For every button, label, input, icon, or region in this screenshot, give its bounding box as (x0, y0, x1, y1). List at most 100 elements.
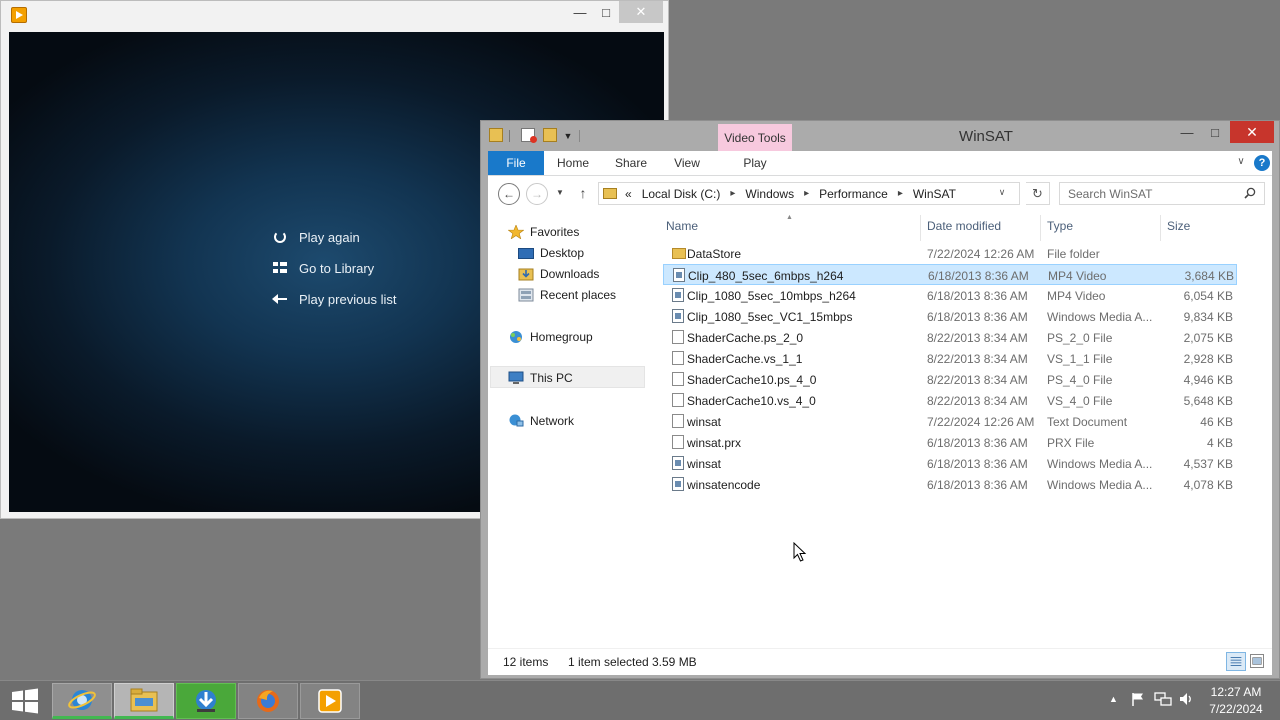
breadcrumb-overflow[interactable]: « (625, 187, 632, 201)
play-previous-list-item[interactable]: Play previous list (272, 291, 397, 307)
table-row[interactable]: Clip_480_5sec_6mbps_h264 6/18/2013 8:36 A… (663, 264, 1237, 285)
column-divider[interactable] (920, 215, 921, 241)
media-file-icon (672, 456, 684, 470)
customize-toolbar-icon[interactable]: ▼ (563, 131, 573, 141)
help-icon[interactable]: ? (1254, 155, 1270, 171)
explorer-titlebar[interactable]: ▼ Video Tools WinSAT — □ ✕ (481, 121, 1279, 152)
recent-locations-chevron-icon[interactable]: ▼ (554, 188, 566, 200)
sidebar-item-this-pc[interactable]: This PC (508, 367, 573, 388)
file-date-modified: 8/22/2013 8:34 AM (927, 352, 1028, 366)
maximize-button[interactable]: □ (1201, 121, 1229, 143)
table-row[interactable]: ShaderCache10.ps_4_0 8/22/2013 8:34 AM PS_… (663, 369, 1237, 390)
media-player-app-icon[interactable] (11, 7, 27, 23)
tab-play[interactable]: Play (718, 151, 792, 175)
table-row[interactable]: winsat 6/18/2013 8:36 AM Windows Media A..… (663, 453, 1237, 474)
ribbon-tab-bar: File Home Share View Play ∨ ? (488, 151, 1272, 176)
sidebar-item-favorites[interactable]: Favorites (508, 221, 579, 242)
media-player-titlebar[interactable]: — □ ✕ (1, 1, 668, 31)
tab-file[interactable]: File (488, 151, 544, 175)
taskbar-firefox[interactable] (238, 683, 298, 719)
windows-start-icon[interactable] (10, 687, 40, 715)
media-player-icon (318, 689, 342, 713)
properties-icon[interactable] (521, 128, 537, 143)
folder-icon[interactable] (489, 128, 503, 142)
column-divider[interactable] (1160, 215, 1161, 241)
file-size: 4,946 KB (1183, 373, 1233, 387)
column-divider[interactable] (1040, 215, 1041, 241)
close-button[interactable]: ✕ (619, 1, 663, 23)
search-icon[interactable] (1244, 187, 1256, 199)
breadcrumb-windows[interactable]: Windows (745, 187, 794, 201)
taskbar-media-player[interactable] (300, 683, 360, 719)
tab-view[interactable]: View (662, 151, 712, 175)
toolbar-divider (509, 130, 510, 142)
file-type: PRX File (1047, 436, 1095, 450)
table-row[interactable]: winsat.prx 6/18/2013 8:36 AM PRX File 4 KB (663, 432, 1237, 453)
tab-home[interactable]: Home (548, 151, 598, 175)
sidebar-item-desktop[interactable]: Desktop (518, 242, 584, 263)
expand-ribbon-chevron-icon[interactable]: ∨ (1234, 155, 1248, 169)
taskbar-file-explorer[interactable] (114, 683, 174, 719)
library-icon (272, 260, 290, 276)
volume-icon[interactable] (1178, 691, 1194, 707)
play-again-item[interactable]: Play again (272, 229, 360, 245)
table-row[interactable]: winsat 7/22/2024 12:26 AM Text Document 46 … (663, 411, 1237, 432)
column-header-name[interactable]: Name (666, 219, 698, 239)
breadcrumb-local-disk[interactable]: Local Disk (C:) (642, 187, 721, 201)
table-row[interactable]: DataStore 7/22/2024 12:26 AM File folder (663, 243, 1237, 264)
table-row[interactable]: Clip_1080_5sec_10mbps_h264 6/18/2013 8:36… (663, 285, 1237, 306)
address-bar[interactable]: « Local Disk (C:) ▸ Windows ▸ Performanc… (598, 182, 1020, 205)
new-folder-icon[interactable] (543, 128, 557, 142)
sidebar-item-recent-places[interactable]: Recent places (518, 284, 616, 305)
clock-time[interactable]: 12:27 AM (1206, 685, 1266, 699)
computer-icon (508, 371, 524, 384)
play-previous-list-label: Play previous list (299, 291, 397, 307)
show-hidden-icons-icon[interactable]: ▲ (1109, 694, 1118, 704)
network-status-icon[interactable] (1154, 691, 1172, 707)
breadcrumb-separator-icon[interactable]: ▸ (730, 188, 735, 199)
back-button[interactable]: ← (498, 183, 520, 205)
table-row[interactable]: ShaderCache.vs_1_1 8/22/2013 8:34 AM VS_1_… (663, 348, 1237, 369)
sidebar-item-label: Downloads (540, 266, 600, 281)
file-name: ShaderCache.vs_1_1 (687, 352, 803, 366)
minimize-button[interactable]: — (1173, 121, 1201, 143)
go-to-library-item[interactable]: Go to Library (272, 260, 374, 276)
firefox-icon (257, 690, 279, 712)
table-row[interactable]: winsatencode 6/18/2013 8:36 AM Windows Med… (663, 474, 1237, 495)
sidebar-item-network[interactable]: Network (508, 410, 574, 431)
sidebar-item-homegroup[interactable]: Homegroup (508, 326, 593, 347)
file-size: 2,075 KB (1183, 331, 1233, 345)
column-header-size[interactable]: Size (1167, 219, 1190, 239)
clock-date[interactable]: 7/22/2024 (1206, 702, 1266, 716)
forward-button[interactable]: → (526, 183, 548, 205)
taskbar-download-manager[interactable] (176, 683, 236, 719)
file-name: Clip_1080_5sec_VC1_15mbps (687, 310, 853, 324)
up-one-level-button[interactable]: ↑ (576, 185, 590, 203)
taskbar-internet-explorer[interactable] (52, 683, 112, 719)
breadcrumb-separator-icon[interactable]: ▸ (898, 188, 903, 199)
action-center-flag-icon[interactable] (1130, 691, 1146, 707)
column-header-date-modified[interactable]: Date modified (927, 219, 1001, 239)
folder-icon (603, 188, 617, 199)
refresh-button[interactable]: ↻ (1026, 182, 1050, 205)
breadcrumb-performance[interactable]: Performance (819, 187, 888, 201)
minimize-button[interactable]: — (566, 1, 594, 23)
details-view-icon[interactable] (1226, 652, 1246, 671)
breadcrumb-winsat[interactable]: WinSAT (913, 187, 956, 201)
search-input[interactable]: Search WinSAT (1059, 182, 1265, 205)
item-count: 12 items (503, 655, 549, 669)
maximize-button[interactable]: □ (593, 1, 619, 23)
sidebar-item-label: This PC (530, 370, 573, 385)
file-date-modified: 8/22/2013 8:34 AM (927, 394, 1028, 408)
close-button[interactable]: ✕ (1230, 121, 1274, 143)
large-icons-view-icon[interactable] (1250, 654, 1264, 668)
table-row[interactable]: ShaderCache.ps_2_0 8/22/2013 8:34 AM PS_2_… (663, 327, 1237, 348)
table-row[interactable]: Clip_1080_5sec_VC1_15mbps 6/18/2013 8:36 … (663, 306, 1237, 327)
breadcrumb-separator-icon[interactable]: ▸ (804, 188, 809, 199)
table-row[interactable]: ShaderCache10.vs_4_0 8/22/2013 8:34 AM VS_… (663, 390, 1237, 411)
column-header-type[interactable]: Type (1047, 219, 1073, 239)
sidebar-item-downloads[interactable]: Downloads (518, 263, 599, 284)
file-type: File folder (1047, 247, 1100, 261)
tab-share[interactable]: Share (606, 151, 656, 175)
address-history-chevron-icon[interactable]: ∨ (996, 187, 1008, 199)
